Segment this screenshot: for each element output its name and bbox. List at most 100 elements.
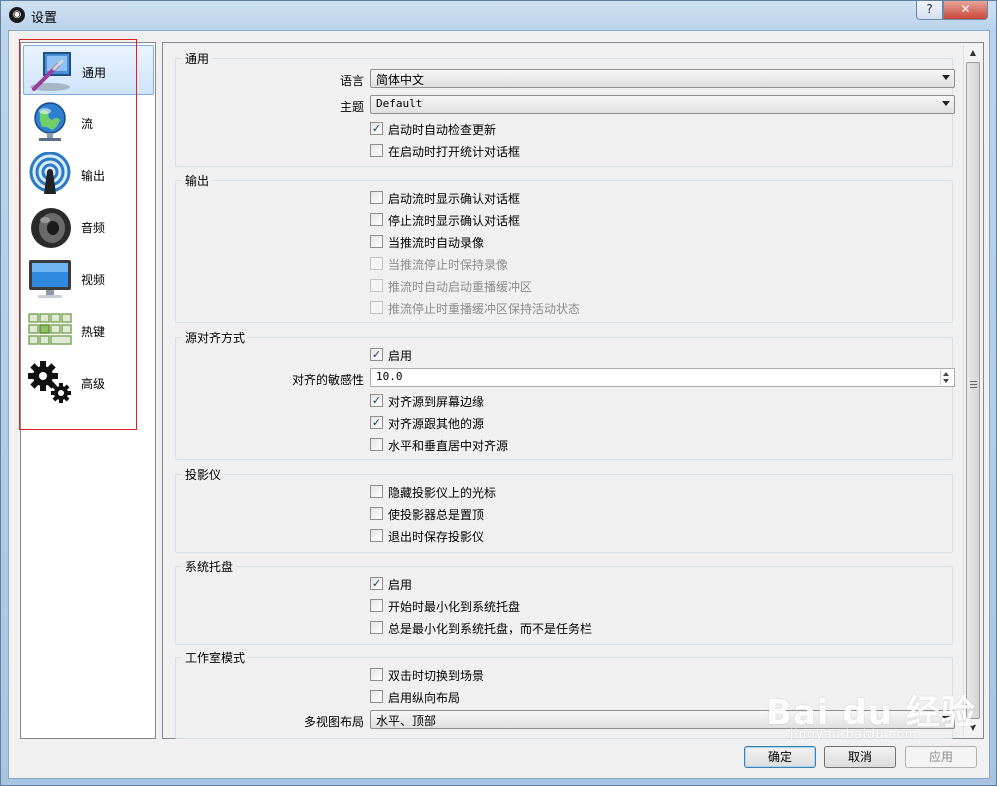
group-studio-mode: 工作室模式 双击时切换到场景 启用纵向布局 多视图布局 水平、顶部	[175, 649, 955, 739]
checkbox-box	[370, 279, 383, 292]
output-row: 停止流时显示确认对话框	[176, 210, 954, 230]
checkbox-label: 启用	[388, 578, 413, 592]
output-row: 启动流时显示确认对话框	[176, 188, 954, 208]
spin-down-icon[interactable]	[943, 379, 949, 383]
checkbox-box[interactable]	[370, 485, 383, 498]
snap-sensitivity-row: 对齐的敏感性 10.0	[176, 368, 955, 388]
checkbox-label: 启动时自动检查更新	[388, 123, 497, 137]
sidebar-item-stream[interactable]: 流	[23, 97, 154, 147]
checkbox-box[interactable]	[370, 144, 383, 157]
tray-row: 开始时最小化到系统托盘	[176, 596, 954, 616]
theme-row: 主题 Default	[176, 95, 955, 115]
group-general: 通用 语言 简体中文 主题 Default ✓ 启动时自动检查更新 在启动时打开…	[175, 50, 955, 167]
checkbox-label: 当推流时自动录像	[388, 236, 485, 250]
output-broadcast-icon	[29, 152, 71, 194]
multiview-layout-select[interactable]: 水平、顶部	[370, 710, 955, 729]
scroll-down-icon[interactable]: ▼	[966, 721, 980, 735]
checkbox-label: 总是最小化到系统托盘，而不是任务栏	[388, 622, 593, 636]
checkbox-label: 推流时自动启动重播缓冲区	[388, 280, 533, 294]
sidebar-item-output[interactable]: 输出	[23, 149, 154, 199]
checkbox-label: 启动流时显示确认对话框	[388, 192, 521, 206]
checkbox-box[interactable]: ✓	[370, 348, 383, 361]
checkbox-box	[370, 257, 383, 270]
snap-other-sources-row: ✓ 对齐源跟其他的源	[176, 413, 954, 433]
checkbox-label: 隐藏投影仪上的光标	[388, 486, 497, 500]
checkbox-box[interactable]: ✓	[370, 577, 383, 590]
tray-row: 总是最小化到系统托盘，而不是任务栏	[176, 618, 954, 638]
group-title: 工作室模式	[182, 649, 249, 666]
group-projector: 投影仪 隐藏投影仪上的光标 使投影器总是置顶 退出时保存投影仪	[175, 466, 954, 553]
group-title: 系统托盘	[182, 558, 237, 575]
snapping-enable-row: ✓ 启用	[176, 345, 954, 365]
checkbox-box[interactable]: ✓	[370, 122, 383, 135]
open-stats-row: 在启动时打开统计对话框	[176, 141, 954, 161]
sidebar-item-advanced[interactable]: 高级	[23, 357, 154, 407]
checkbox-label: 当推流停止时保持录像	[388, 258, 509, 272]
sidebar-item-label: 热键	[81, 325, 106, 339]
check-updates-row: ✓ 启动时自动检查更新	[176, 119, 954, 139]
snap-screen-edge-row: ✓ 对齐源到屏幕边缘	[176, 391, 954, 411]
spin-buttons[interactable]	[940, 370, 953, 385]
checkbox-label: 使投影器总是置顶	[388, 508, 485, 522]
output-row: 推流停止时重播缓冲区保持活动状态	[176, 298, 954, 318]
checkbox-box[interactable]	[370, 621, 383, 634]
checkbox-box[interactable]: ✓	[370, 394, 383, 407]
theme-select[interactable]: Default	[370, 95, 955, 114]
sidebar-item-general[interactable]: 通用	[23, 45, 154, 95]
checkbox-label: 水平和垂直居中对齐源	[388, 439, 509, 453]
output-row: 当推流时自动录像	[176, 232, 954, 252]
multiview-value: 水平、顶部	[376, 714, 437, 728]
projector-row: 退出时保存投影仪	[176, 526, 954, 546]
studio-row: 启用纵向布局	[176, 687, 954, 707]
chevron-down-icon	[942, 716, 950, 721]
checkbox-label: 对齐源到屏幕边缘	[388, 395, 485, 409]
apply-button: 应用	[905, 746, 977, 768]
output-row: 推流时自动启动重播缓冲区	[176, 276, 954, 296]
sidebar-item-label: 输出	[81, 169, 106, 183]
checkbox-box[interactable]: ✓	[370, 416, 383, 429]
spin-up-icon[interactable]	[943, 372, 949, 376]
title-bar[interactable]: ◉ 设置 ? ✕	[1, 1, 996, 29]
projector-row: 隐藏投影仪上的光标	[176, 482, 954, 502]
group-output: 输出 启动流时显示确认对话框 停止流时显示确认对话框 当推流时自动录像 当推流停…	[175, 172, 954, 323]
group-title: 通用	[182, 50, 213, 67]
settings-window: ◉ 设置 ? ✕ 通用 流 输出 音频 视频 热键 高级 通用 语言 简体中文 …	[0, 0, 997, 786]
group-title: 源对齐方式	[182, 329, 249, 346]
sidebar-item-video[interactable]: 视频	[23, 253, 154, 303]
checkbox-box[interactable]	[370, 507, 383, 520]
sidebar-item-label: 高级	[81, 377, 106, 391]
checkbox-label: 在启动时打开统计对话框	[388, 145, 521, 159]
ok-button[interactable]: 确定	[744, 746, 816, 768]
cancel-button[interactable]: 取消	[824, 746, 896, 768]
checkbox-box[interactable]	[370, 668, 383, 681]
group-snapping: 源对齐方式 ✓ 启用 对齐的敏感性 10.0 ✓ 对齐源到屏幕边缘 ✓ 对齐源跟…	[175, 329, 955, 460]
hotkeys-keyboard-icon	[28, 313, 72, 345]
sidebar-item-audio[interactable]: 音频	[23, 201, 154, 251]
checkbox-box[interactable]	[370, 529, 383, 542]
checkbox-label: 开始时最小化到系统托盘	[388, 600, 521, 614]
grip-icon	[970, 381, 977, 388]
checkbox-box[interactable]	[370, 235, 383, 248]
checkbox-box[interactable]	[370, 438, 383, 451]
window-title: 设置	[31, 11, 58, 26]
checkbox-box[interactable]	[370, 690, 383, 703]
vertical-scrollbar[interactable]: ▲ ▼	[963, 44, 982, 737]
checkbox-label: 双击时切换到场景	[388, 669, 485, 683]
snap-sensitivity-spinbox[interactable]: 10.0	[370, 368, 955, 387]
language-row: 语言 简体中文	[176, 69, 955, 89]
checkbox-box[interactable]	[370, 191, 383, 204]
checkbox-box[interactable]	[370, 599, 383, 612]
output-row: 当推流停止时保持录像	[176, 254, 954, 274]
close-button[interactable]: ✕	[943, 1, 988, 20]
sidebar-item-hotkeys[interactable]: 热键	[23, 305, 154, 355]
help-button[interactable]: ?	[916, 1, 943, 20]
checkbox-box[interactable]	[370, 213, 383, 226]
language-select[interactable]: 简体中文	[370, 69, 955, 88]
theme-value: Default	[376, 97, 423, 110]
scroll-up-icon[interactable]: ▲	[966, 46, 980, 60]
scrollbar-thumb[interactable]	[966, 62, 980, 719]
general-settings-panel[interactable]: 通用 语言 简体中文 主题 Default ✓ 启动时自动检查更新 在启动时打开…	[162, 42, 984, 739]
settings-category-list[interactable]: 通用 流 输出 音频 视频 热键 高级	[19, 39, 156, 739]
video-monitor-icon	[29, 260, 71, 298]
checkbox-label: 推流停止时重播缓冲区保持活动状态	[388, 302, 581, 316]
